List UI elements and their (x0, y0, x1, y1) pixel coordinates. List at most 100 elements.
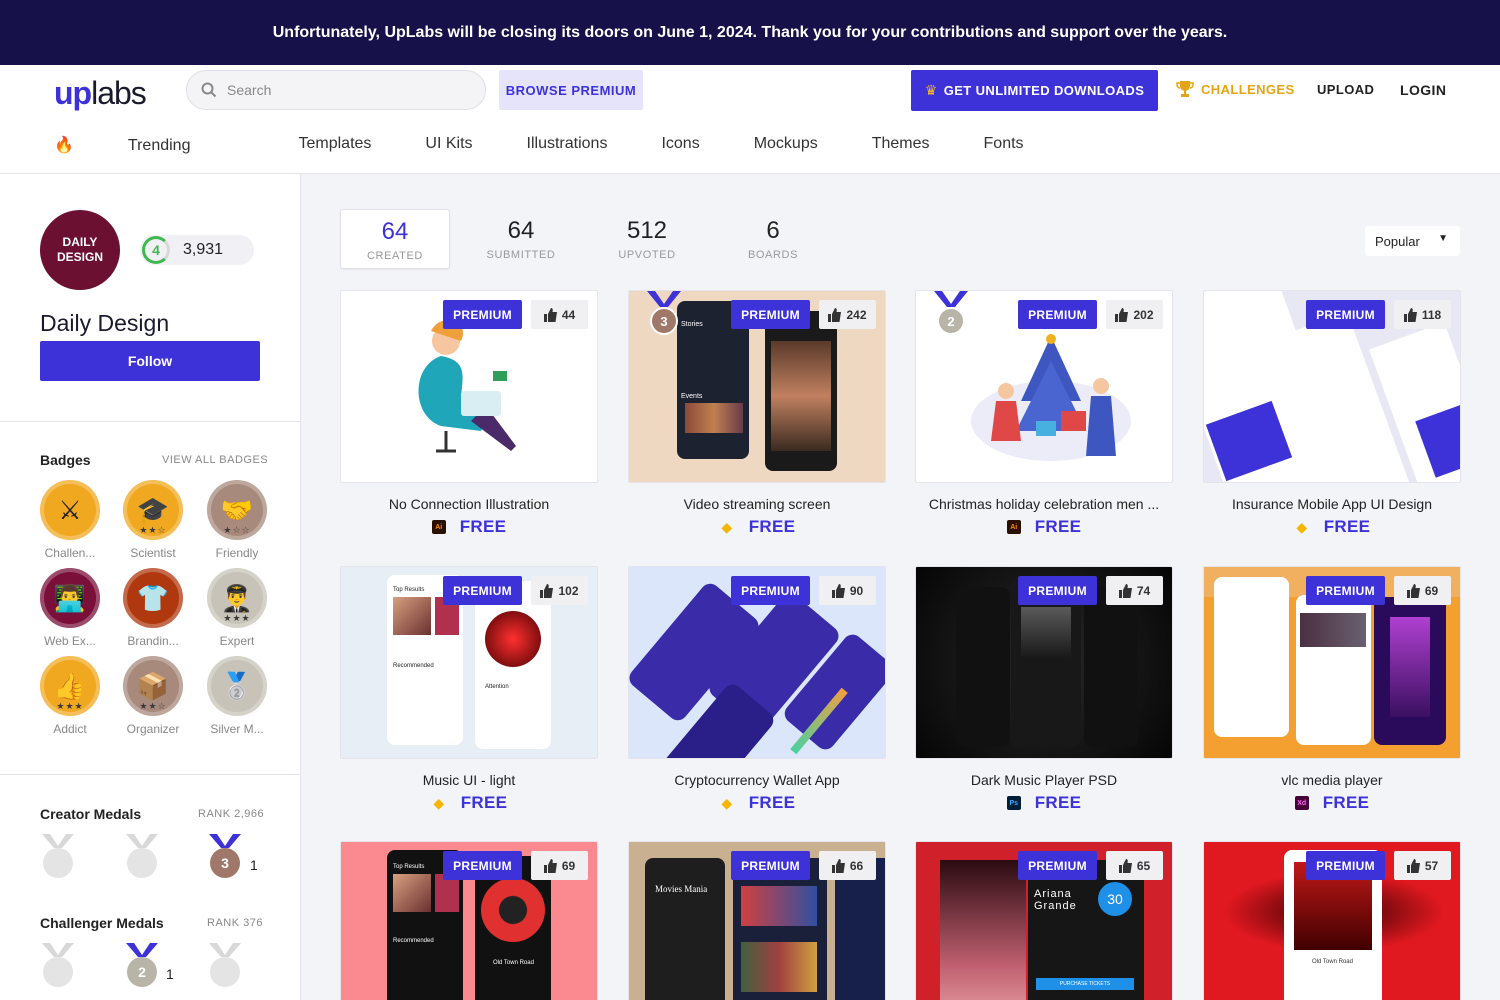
shot-title[interactable]: vlc media player (1203, 772, 1461, 788)
music-pink-thumb[interactable]: Top Results Recommended Old Town Road PREMI… (340, 841, 598, 1000)
uplabs-logo[interactable]: uplabs (54, 75, 147, 112)
stat-created-tab[interactable]: 64 CREATED (340, 209, 450, 269)
no-connection-thumb[interactable]: PREMIUM 44 (340, 290, 598, 483)
like-button[interactable]: 57 (1394, 851, 1451, 880)
nav-fonts[interactable]: Fonts (984, 135, 1024, 155)
shot-card[interactable]: Movies Mania PREMIUM 66 (628, 841, 886, 1000)
shot-card[interactable]: 2 PREMIUM 202 Christmas holiday celebration… (915, 290, 1173, 537)
shot-card[interactable]: Stories Events 3 PREMIUM 242 Video streaming … (628, 290, 886, 537)
badge-label: Scientist (130, 546, 176, 560)
sort-select[interactable]: Popular ▼ (1365, 226, 1460, 256)
fire-icon: 🔥 (54, 137, 74, 154)
badge-label: Brandin... (127, 634, 179, 648)
stat-submitted-tab[interactable]: 64 SUBMITTED (466, 209, 576, 269)
silver-medal-icon: 🥈 (207, 656, 267, 716)
illustrator-icon: Ai (1006, 520, 1021, 534)
badge-item[interactable]: 🤝 ★☆☆ Friendly (207, 480, 267, 560)
premium-badge: PREMIUM (731, 300, 810, 329)
vlc-thumb[interactable]: PREMIUM 69 (1203, 566, 1461, 759)
movies-mania-thumb[interactable]: Movies Mania PREMIUM 66 (628, 841, 886, 1000)
thumb-text: Events (681, 393, 703, 400)
get-unlimited-downloads-button[interactable]: ♛ GET UNLIMITED DOWNLOADS (911, 70, 1158, 111)
insurance-thumb[interactable]: PREMIUM 118 (1203, 290, 1461, 483)
challenges-link[interactable]: CHALLENGES (1175, 79, 1295, 99)
search-input[interactable] (227, 82, 467, 98)
price-label: FREE (1034, 517, 1082, 536)
profile-sidebar: DAILY DESIGN 4 3,931 Daily Design Follow… (0, 174, 301, 1000)
shot-card[interactable]: Ariana Grande 30 PURCHASE TICKETS PREMIUM 65 (915, 841, 1173, 1000)
nav-templates[interactable]: Templates (298, 135, 371, 155)
like-button[interactable]: 74 (1106, 576, 1163, 605)
expert-icon: 👨‍✈️ ★★★ (207, 568, 267, 628)
nav-icons[interactable]: Icons (661, 135, 699, 155)
like-button[interactable]: 202 (1106, 300, 1163, 329)
shot-title[interactable]: Video streaming screen (628, 496, 886, 512)
badge-label: Expert (219, 634, 255, 648)
badge-item[interactable]: 🎓 ★★☆ Scientist (123, 480, 183, 560)
browse-premium-button[interactable]: BROWSE PREMIUM (499, 70, 643, 110)
shot-card[interactable]: PREMIUM 44 No Connection Illustration Ai FRE… (340, 290, 598, 537)
nav-ui-kits[interactable]: UI Kits (425, 135, 472, 155)
shot-card[interactable]: PREMIUM 74 Dark Music Player PSD Ps FREE (915, 566, 1173, 813)
search-box[interactable] (186, 70, 486, 110)
shot-card[interactable]: PREMIUM 69 vlc media player Xd FREE (1203, 566, 1461, 813)
shot-card[interactable]: PREMIUM 90 Cryptocurrency Wallet App ◆ FREE (628, 566, 886, 813)
upload-link[interactable]: UPLOAD (1317, 82, 1374, 97)
avatar[interactable]: DAILY DESIGN (40, 210, 120, 290)
video-streaming-thumb[interactable]: Stories Events 3 PREMIUM 242 (628, 290, 886, 483)
badge-label: Silver M... (210, 722, 264, 736)
ariana-tickets-thumb[interactable]: Ariana Grande 30 PURCHASE TICKETS PREMIUM 65 (915, 841, 1173, 1000)
nav-themes[interactable]: Themes (872, 135, 930, 155)
nav-illustrations[interactable]: Illustrations (527, 135, 608, 155)
badge-item[interactable]: 👨‍✈️ ★★★ Expert (207, 568, 267, 648)
like-button[interactable]: 69 (531, 851, 588, 880)
badge-label: Web Ex... (44, 634, 96, 648)
shot-card[interactable]: PREMIUM 118 Insurance Mobile App UI Design… (1203, 290, 1461, 537)
like-button[interactable]: 69 (1394, 576, 1451, 605)
badge-item[interactable]: 👕 Brandin... (123, 568, 183, 648)
like-button[interactable]: 65 (1106, 851, 1163, 880)
badge-item[interactable]: 📦 ★★☆ Organizer (123, 656, 183, 736)
shot-title[interactable]: Dark Music Player PSD (915, 772, 1173, 788)
shot-card[interactable]: Top Results Recommended Old Town Road PREMI… (340, 841, 598, 1000)
like-button[interactable]: 66 (819, 851, 876, 880)
stat-value: 64 (507, 217, 535, 244)
login-link[interactable]: LOGIN (1400, 82, 1446, 98)
dark-music-thumb[interactable]: PREMIUM 74 (915, 566, 1173, 759)
stat-upvoted-tab[interactable]: 512 UPVOTED (592, 209, 702, 269)
badge-stars: ★★☆ (139, 525, 167, 535)
badge-item[interactable]: 👍 ★★★ Addict (40, 656, 100, 736)
silver-medal-empty (124, 834, 160, 884)
shot-title[interactable]: Cryptocurrency Wallet App (628, 772, 886, 788)
badge-item[interactable]: ⚔ Challen... (40, 480, 100, 560)
shot-title[interactable]: Music UI - light (340, 772, 598, 788)
red-music-thumb[interactable]: Old Town Road PREMIUM 57 (1203, 841, 1461, 1000)
shot-card[interactable]: Old Town Road PREMIUM 57 (1203, 841, 1461, 1000)
music-ui-light-thumb[interactable]: Top Results Recommended Attention PREMIUM 10… (340, 566, 598, 759)
shot-card[interactable]: Top Results Recommended Attention PREMIUM 10… (340, 566, 598, 813)
shot-title[interactable]: No Connection Illustration (340, 496, 598, 512)
thumbs-up-icon (540, 583, 554, 598)
like-count: 118 (1421, 307, 1442, 322)
nav-mockups[interactable]: Mockups (754, 135, 818, 155)
shot-title[interactable]: Christmas holiday celebration men ... (915, 496, 1173, 512)
like-button[interactable]: 242 (819, 300, 876, 329)
christmas-thumb[interactable]: 2 PREMIUM 202 (915, 290, 1173, 483)
like-button[interactable]: 44 (531, 300, 588, 329)
badge-item[interactable]: 👨‍💻 Web Ex... (40, 568, 100, 648)
stat-boards-tab[interactable]: 6 BOARDS (718, 209, 828, 269)
bronze-medal: 3 (207, 834, 243, 884)
crypto-wallet-thumb[interactable]: PREMIUM 90 (628, 566, 886, 759)
like-button[interactable]: 118 (1394, 300, 1451, 329)
view-all-badges-link[interactable]: VIEW ALL BADGES (162, 454, 268, 466)
like-button[interactable]: 102 (531, 576, 588, 605)
stat-label: UPVOTED (618, 249, 676, 261)
thumbs-up-icon (1118, 583, 1132, 598)
follow-button[interactable]: Follow (40, 341, 260, 381)
shot-title[interactable]: Insurance Mobile App UI Design (1203, 496, 1461, 512)
shot-price: Ai FREE (340, 517, 598, 537)
badge-item[interactable]: 🥈 Silver M... (207, 656, 267, 736)
nav-trending[interactable]: 🔥 Trending (54, 135, 244, 155)
shot-price: ◆ FREE (628, 517, 886, 537)
like-button[interactable]: 90 (819, 576, 876, 605)
